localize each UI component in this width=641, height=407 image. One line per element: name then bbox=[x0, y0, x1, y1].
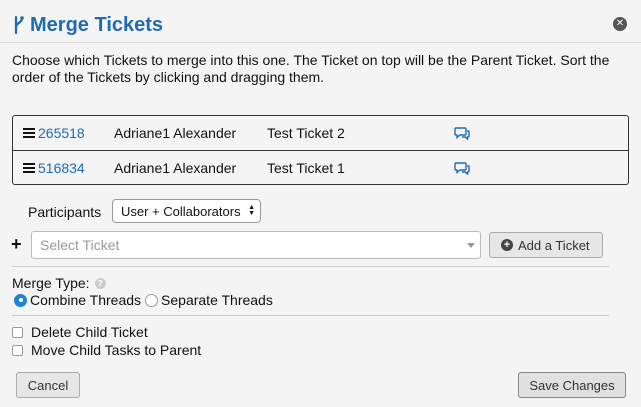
merge-tickets-dialog: Merge Tickets ✕ Choose which Tickets to … bbox=[0, 0, 641, 407]
comments-icon[interactable] bbox=[454, 126, 470, 140]
ticket-id-link[interactable]: 265518 bbox=[38, 125, 85, 141]
participants-select[interactable]: User + Collaborators ▲ ▼ bbox=[112, 199, 261, 223]
radio-combine-threads[interactable]: Combine Threads bbox=[14, 292, 141, 308]
radio-button[interactable] bbox=[14, 293, 27, 307]
header-divider bbox=[0, 42, 641, 43]
ticket-subject: Test Ticket 1 bbox=[267, 160, 345, 176]
chevron-down-icon bbox=[467, 243, 475, 248]
comments-icon[interactable] bbox=[454, 161, 470, 175]
ticket-subject: Test Ticket 2 bbox=[267, 125, 345, 141]
radio-separate-threads[interactable]: Separate Threads bbox=[145, 292, 273, 308]
delete-child-ticket-option[interactable]: Delete Child Ticket bbox=[12, 324, 148, 340]
plus-icon[interactable]: + bbox=[11, 235, 22, 253]
select-arrows-icon: ▲ ▼ bbox=[248, 204, 255, 217]
ticket-user: Adriane1 Alexander bbox=[114, 125, 237, 141]
ticket-row[interactable]: 516834 Adriane1 Alexander Test Ticket 1 bbox=[13, 151, 628, 185]
ticket-row[interactable]: 265518 Adriane1 Alexander Test Ticket 2 bbox=[13, 116, 628, 150]
drag-handle-icon[interactable] bbox=[23, 128, 35, 138]
ticket-list: 265518 Adriane1 Alexander Test Ticket 2 … bbox=[12, 115, 629, 185]
select-ticket-placeholder: Select Ticket bbox=[40, 237, 120, 253]
close-icon[interactable]: ✕ bbox=[613, 17, 627, 31]
help-icon[interactable]: ? bbox=[94, 277, 106, 289]
checkbox[interactable] bbox=[12, 326, 23, 338]
ticket-user: Adriane1 Alexander bbox=[114, 160, 237, 176]
merge-type-label: Merge Type: ? bbox=[12, 275, 106, 291]
save-changes-button[interactable]: Save Changes bbox=[518, 372, 626, 398]
drag-handle-icon[interactable] bbox=[23, 163, 35, 173]
dialog-header: Merge Tickets bbox=[12, 12, 163, 38]
add-ticket-button[interactable]: + Add a Ticket bbox=[489, 232, 603, 258]
dialog-title: Merge Tickets bbox=[30, 13, 164, 36]
participants-selected-value: User + Collaborators bbox=[121, 203, 241, 219]
radio-button[interactable] bbox=[145, 293, 159, 307]
plus-circle-icon: + bbox=[501, 239, 513, 251]
merge-branch-icon bbox=[14, 15, 24, 35]
merge-type-radio-group: Combine Threads Separate Threads bbox=[14, 292, 277, 308]
ticket-id-link[interactable]: 516834 bbox=[38, 160, 85, 176]
add-ticket-label: Add a Ticket bbox=[518, 237, 590, 253]
move-child-tasks-option[interactable]: Move Child Tasks to Parent bbox=[12, 342, 201, 358]
participants-label: Participants bbox=[28, 204, 102, 220]
section-divider bbox=[12, 315, 609, 316]
cancel-button[interactable]: Cancel bbox=[16, 372, 80, 398]
checkbox[interactable] bbox=[12, 344, 23, 356]
select-ticket-input[interactable]: Select Ticket bbox=[31, 231, 481, 259]
dialog-description: Choose which Tickets to merge into this … bbox=[12, 52, 610, 85]
section-divider bbox=[12, 266, 609, 267]
